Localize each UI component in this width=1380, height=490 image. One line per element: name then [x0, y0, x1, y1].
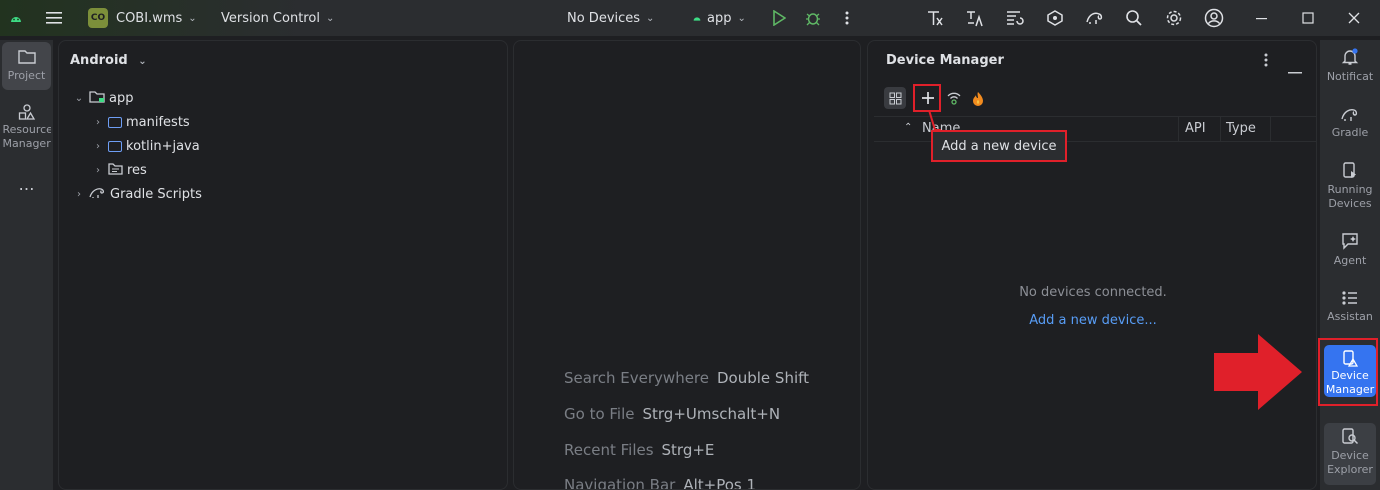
column-divider: [1220, 117, 1221, 142]
resource-shapes-icon: [18, 104, 35, 120]
chevron-down-icon: ⌄: [188, 12, 197, 24]
hint-go-to-file: Go to File Strg+Umschalt+N: [564, 405, 781, 423]
project-panel: Android ⌄ ⌄ app › manifests › kotlin+jav…: [58, 40, 508, 490]
hint-navigation-bar: Navigation Bar Alt+Pos 1: [564, 476, 757, 490]
title-bar: CO COBI.wms ⌄ Version Control ⌄ No Devic…: [0, 0, 1380, 36]
agent-chat-icon: [1342, 233, 1358, 250]
android-logo-icon: [4, 6, 28, 30]
chevron-right-icon[interactable]: ›: [90, 165, 106, 176]
more-vertical-icon[interactable]: [1264, 52, 1268, 72]
account-icon[interactable]: [1202, 6, 1226, 30]
android-small-icon: [692, 11, 702, 26]
chevron-right-icon[interactable]: ›: [71, 189, 87, 200]
minimize-icon[interactable]: [1250, 6, 1274, 30]
device-explorer-tool-button[interactable]: Device Explorer: [1324, 423, 1376, 485]
run-config-label: app: [707, 10, 732, 26]
tree-node-app[interactable]: ⌄ app: [71, 86, 134, 110]
column-divider: [1178, 117, 1179, 142]
project-tool-button[interactable]: Project: [2, 42, 51, 90]
device-manager-title: Device Manager: [886, 53, 1004, 68]
more-vertical-icon[interactable]: [835, 6, 859, 30]
agent-tool-button[interactable]: Agent: [1324, 232, 1376, 270]
chevron-down-icon: ⌄: [325, 12, 335, 24]
column-divider: [1270, 117, 1271, 142]
chevron-down-icon[interactable]: ⌄: [71, 93, 87, 104]
resources-folder-icon: [108, 162, 123, 179]
left-tool-strip: Project Resource Manager …: [0, 40, 53, 490]
sort-ascending-icon[interactable]: ⌃: [904, 122, 912, 133]
project-selector[interactable]: CO COBI.wms ⌄: [88, 0, 197, 36]
folder-icon: [108, 140, 122, 152]
tree-node-manifests[interactable]: › manifests: [90, 110, 190, 134]
assistant-list-icon: [1342, 291, 1357, 305]
project-badge: CO: [88, 8, 108, 28]
annotation-arrow-icon: [1214, 334, 1302, 410]
annotation-highlight-box: [1318, 338, 1378, 406]
build-variants-icon[interactable]: [1043, 6, 1067, 30]
right-tool-strip: Notificat Gradle Running Devices Agent A…: [1320, 40, 1380, 490]
close-icon[interactable]: [1342, 6, 1366, 30]
chevron-down-icon: ⌄: [138, 56, 147, 67]
gradle-icon: [89, 186, 106, 203]
project-view-selector[interactable]: Android ⌄: [70, 53, 147, 68]
hide-panel-icon[interactable]: [1288, 59, 1302, 78]
chevron-down-icon: ⌄: [737, 12, 746, 24]
folder-icon: [108, 116, 122, 128]
column-api[interactable]: API: [1185, 121, 1206, 136]
vcs-label: Version Control: [221, 10, 320, 26]
running-devices-tool-button[interactable]: Running Devices: [1324, 162, 1376, 214]
gradle-sync-icon[interactable]: [1083, 6, 1107, 30]
gradle-elephant-icon: [1341, 109, 1358, 121]
ai-translate-icon[interactable]: [962, 6, 986, 30]
device-selector-label: No Devices: [567, 10, 641, 26]
maximize-icon[interactable]: [1296, 6, 1320, 30]
hint-search-everywhere: Search Everywhere Double Shift: [564, 369, 810, 387]
annotation-highlight-box: [913, 84, 941, 112]
project-name: COBI.wms: [116, 10, 183, 26]
device-explorer-icon: [1342, 428, 1359, 445]
editor-empty-area: Search Everywhere Double Shift Go to File…: [513, 40, 861, 490]
running-devices-icon: [1343, 162, 1356, 178]
folder-icon: [17, 50, 36, 64]
chevron-right-icon[interactable]: ›: [90, 117, 106, 128]
run-icon[interactable]: [767, 6, 791, 30]
firebase-test-lab-icon[interactable]: [967, 87, 989, 109]
resource-manager-tool-button[interactable]: Resource Manager: [2, 104, 51, 158]
gradle-tool-button[interactable]: Gradle: [1324, 106, 1376, 142]
hamburger-menu-icon[interactable]: [42, 6, 66, 30]
module-folder-icon: [89, 90, 105, 107]
notifications-tool-button[interactable]: Notificat: [1324, 48, 1376, 90]
assistant-tool-button[interactable]: Assistan: [1324, 290, 1376, 328]
tree-node-gradle-scripts[interactable]: › Gradle Scripts: [71, 182, 202, 206]
run-config-selector[interactable]: app ⌄: [692, 0, 746, 36]
tree-node-res[interactable]: › res: [90, 158, 147, 182]
group-devices-icon[interactable]: [884, 87, 906, 109]
wifi-pairing-icon[interactable]: [943, 87, 965, 109]
more-horizontal-icon[interactable]: …: [2, 177, 51, 194]
column-type[interactable]: Type: [1226, 121, 1256, 136]
vcs-menu[interactable]: Version Control ⌄: [221, 0, 334, 36]
hint-recent-files: Recent Files Strg+E: [564, 441, 715, 459]
search-icon[interactable]: [1122, 6, 1146, 30]
chevron-down-icon: ⌄: [646, 12, 655, 24]
debug-icon[interactable]: [801, 6, 825, 30]
device-selector[interactable]: No Devices ⌄: [567, 0, 654, 36]
tree-node-kotlin-java[interactable]: › kotlin+java: [90, 134, 200, 158]
settings-gear-icon[interactable]: [1162, 6, 1186, 30]
add-device-tooltip: Add a new device: [931, 130, 1067, 162]
translate-icon[interactable]: [923, 6, 947, 30]
chevron-right-icon[interactable]: ›: [90, 141, 106, 152]
add-new-device-link[interactable]: Add a new device...: [868, 313, 1318, 328]
sync-icon[interactable]: [1003, 6, 1027, 30]
bell-icon: [1341, 48, 1359, 65]
no-devices-message: No devices connected.: [1019, 285, 1167, 300]
